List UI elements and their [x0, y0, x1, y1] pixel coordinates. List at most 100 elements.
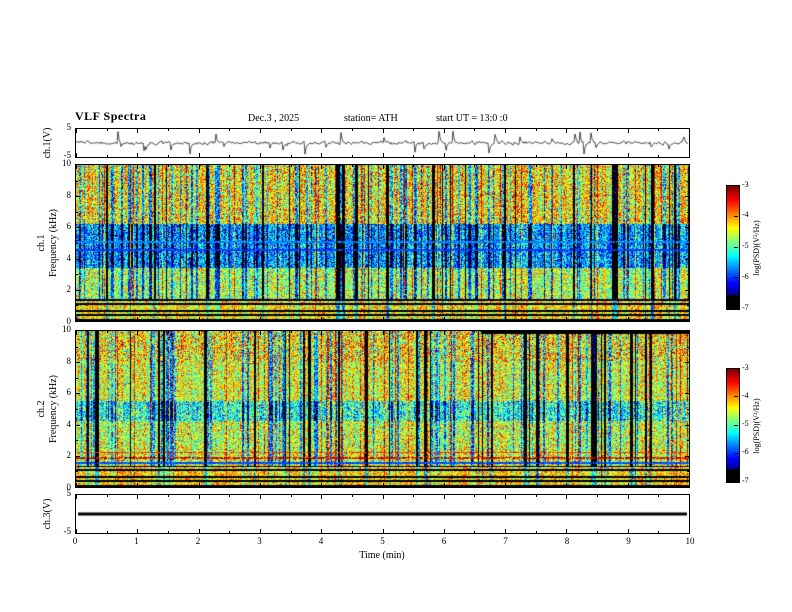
y-tick — [76, 227, 80, 229]
x-tick — [689, 529, 690, 533]
y-tick — [76, 196, 80, 198]
x-tick — [443, 153, 445, 157]
x-tick — [566, 165, 568, 169]
x-tick-label: 4 — [318, 536, 324, 546]
x-tick — [443, 129, 445, 133]
y-tick — [687, 409, 689, 410]
x-tick — [597, 319, 599, 321]
y-tick — [685, 362, 689, 364]
x-tick — [566, 495, 568, 499]
ch1-colorbar — [726, 185, 740, 310]
ch1-colorbar-tick-label: -6 — [742, 271, 749, 281]
x-tick — [443, 317, 445, 321]
x-tick — [413, 495, 415, 497]
x-tick — [167, 165, 169, 167]
ch2-colorbar-tick-label-mark — [734, 452, 738, 454]
x-tick — [689, 317, 690, 321]
y-tick — [685, 455, 689, 457]
x-tick — [351, 155, 353, 157]
ch1-colorbar-tick-label: -7 — [742, 302, 749, 312]
x-tick — [290, 331, 292, 333]
plot-title: VLF Spectra — [75, 109, 147, 123]
x-tick — [76, 129, 77, 133]
x-tick — [167, 531, 169, 533]
x-tick — [505, 165, 507, 169]
x-tick — [566, 331, 568, 335]
x-tick — [290, 319, 292, 321]
ch3-wave-y-tick-label: -5 — [63, 526, 72, 536]
x-tick — [443, 331, 445, 335]
x-tick — [535, 331, 537, 333]
x-tick — [229, 331, 231, 333]
x-tick — [259, 317, 261, 321]
ch1-spec-y-tick-label: 4 — [66, 252, 72, 263]
y-tick — [687, 377, 689, 379]
x-tick — [290, 155, 292, 157]
x-tick-label: 3 — [257, 536, 262, 546]
x-tick — [106, 155, 108, 157]
y-tick — [687, 471, 689, 473]
y-tick — [76, 455, 80, 457]
x-tick-label: 9 — [626, 536, 631, 546]
x-tick — [290, 495, 292, 497]
x-tick — [290, 129, 292, 131]
x-tick — [321, 129, 323, 133]
x-tick — [76, 165, 77, 169]
x-tick — [474, 495, 476, 497]
y-tick — [76, 471, 78, 473]
y-tick — [687, 305, 689, 307]
x-tick — [689, 153, 690, 157]
x-tick — [413, 531, 415, 533]
x-tick — [137, 317, 139, 321]
x-tick — [535, 531, 537, 533]
x-tick — [167, 331, 169, 333]
x-tick — [198, 495, 200, 499]
x-tick — [658, 129, 660, 131]
x-tick — [658, 331, 660, 333]
x-tick — [535, 495, 537, 497]
y-tick — [76, 409, 78, 410]
y-tick — [76, 289, 80, 291]
x-tick — [566, 483, 568, 487]
x-tick — [198, 165, 200, 169]
x-tick — [505, 317, 507, 321]
x-tick — [505, 483, 507, 487]
ch1-colorbar-tick-label-mark — [734, 185, 738, 186]
x-tick — [351, 165, 353, 167]
x-tick — [137, 495, 139, 499]
y-tick — [76, 180, 78, 182]
ch1-colorbar-tick-label: -3 — [742, 179, 749, 189]
x-tick — [351, 319, 353, 321]
x-tick — [321, 317, 323, 321]
y-tick — [687, 346, 689, 348]
x-tick — [167, 155, 169, 157]
x-tick — [627, 529, 629, 533]
y-tick — [685, 289, 689, 291]
x-tick — [535, 155, 537, 157]
x-tick — [443, 483, 445, 487]
x-tick-label: 0 — [72, 536, 78, 546]
x-tick — [597, 331, 599, 333]
x-tick — [351, 531, 353, 533]
x-tick — [505, 129, 507, 133]
y-tick — [76, 377, 78, 379]
x-tick — [413, 165, 415, 167]
x-tick — [535, 165, 537, 167]
x-tick — [76, 495, 77, 499]
x-tick — [106, 531, 108, 533]
x-tick — [351, 331, 353, 333]
x-tick — [627, 331, 629, 335]
x-tick — [382, 129, 384, 133]
ch2-colorbar-tick-label: -7 — [742, 475, 749, 485]
x-tick — [413, 331, 415, 333]
ch1-wave-y-tick-label: 5 — [66, 122, 72, 132]
ch2-spec-y-tick-label: 10 — [62, 324, 71, 334]
x-tick — [535, 319, 537, 321]
x-tick — [413, 129, 415, 131]
x-tick — [321, 331, 323, 335]
y-tick — [685, 227, 689, 229]
x-tick — [566, 153, 568, 157]
x-tick — [290, 165, 292, 167]
vlf-spectra-figure: VLF Spectra Dec.3 , 2025 station= ATH st… — [0, 0, 792, 612]
ch2-colorbar-tick-label: -4 — [742, 390, 749, 400]
